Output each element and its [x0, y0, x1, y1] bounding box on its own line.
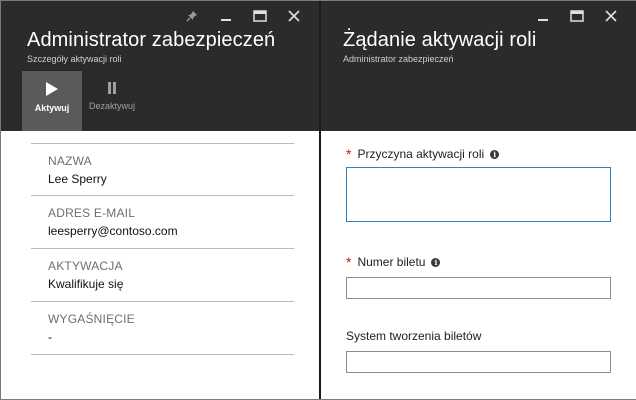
command-bar: Aktywuj Dezaktywuj — [22, 71, 142, 131]
field-label: WYGAŚNIĘCIE — [48, 312, 135, 326]
activate-label: Aktywuj — [34, 103, 70, 113]
minimize-icon[interactable] — [209, 7, 243, 25]
expiration-field: WYGAŚNIĘCIE - — [31, 302, 294, 355]
reason-textarea[interactable] — [346, 167, 611, 222]
deactivate-label: Dezaktywuj — [88, 101, 135, 111]
field-label: ADRES E-MAIL — [48, 206, 136, 220]
reason-group: * Przyczyna aktywacji roli i — [346, 146, 611, 222]
blade-title: Żądanie aktywacji roli — [343, 29, 537, 51]
role-details-blade: Administrator zabezpieczeń Szczegóły akt… — [1, 1, 319, 399]
window-controls — [526, 7, 628, 25]
deactivate-button[interactable]: Dezaktywuj — [82, 71, 142, 131]
field-value: Lee Sperry — [48, 172, 107, 186]
play-icon — [46, 82, 58, 96]
reason-label-text: Przyczyna aktywacji roli — [357, 147, 485, 161]
blade-subtitle: Administrator zabezpieczeń — [343, 54, 454, 64]
minimize-icon[interactable] — [526, 7, 560, 25]
blade-header: Żądanie aktywacji roli Administrator zab… — [321, 1, 636, 131]
ticket-number-group: * Numer biletu i — [346, 255, 611, 299]
field-value: Kwalifikuje się — [48, 277, 124, 291]
maximize-icon[interactable] — [243, 7, 277, 25]
ticket-number-input[interactable] — [346, 277, 611, 299]
required-marker: * — [346, 146, 352, 162]
field-label: AKTYWACJA — [48, 259, 123, 273]
pause-icon — [108, 82, 116, 94]
ticketing-system-group: System tworzenia biletów — [346, 329, 611, 373]
field-value: leesperry@contoso.com — [48, 224, 178, 238]
blade-header: Administrator zabezpieczeń Szczegóły akt… — [1, 1, 319, 131]
pin-icon[interactable] — [175, 7, 209, 25]
email-field: ADRES E-MAIL leesperry@contoso.com — [31, 196, 294, 249]
ticket-number-label: * Numer biletu i — [346, 255, 611, 269]
ticket-number-label-text: Numer biletu — [357, 255, 426, 269]
required-marker: * — [346, 254, 352, 270]
portal-window: Administrator zabezpieczeń Szczegóły akt… — [0, 0, 636, 400]
window-controls — [175, 7, 311, 25]
activation-request-blade: Żądanie aktywacji roli Administrator zab… — [321, 1, 636, 399]
activation-field: AKTYWACJA Kwalifikuje się — [31, 249, 294, 302]
maximize-icon[interactable] — [560, 7, 594, 25]
role-details-list: NAZWA Lee Sperry ADRES E-MAIL leesperry@… — [31, 143, 294, 355]
ticketing-system-input[interactable] — [346, 351, 611, 373]
info-icon[interactable]: i — [490, 149, 500, 159]
close-icon[interactable] — [594, 7, 628, 25]
field-value: - — [48, 330, 52, 344]
name-field: NAZWA Lee Sperry — [31, 143, 294, 196]
blade-subtitle: Szczegóły aktywacji roli — [27, 54, 122, 64]
reason-label: * Przyczyna aktywacji roli i — [346, 146, 500, 162]
info-icon[interactable]: i — [431, 257, 441, 267]
close-icon[interactable] — [277, 7, 311, 25]
ticketing-system-label: System tworzenia biletów — [346, 329, 482, 343]
activate-button[interactable]: Aktywuj — [22, 71, 82, 131]
blade-title: Administrator zabezpieczeń — [27, 29, 276, 51]
field-label: NAZWA — [48, 154, 92, 168]
